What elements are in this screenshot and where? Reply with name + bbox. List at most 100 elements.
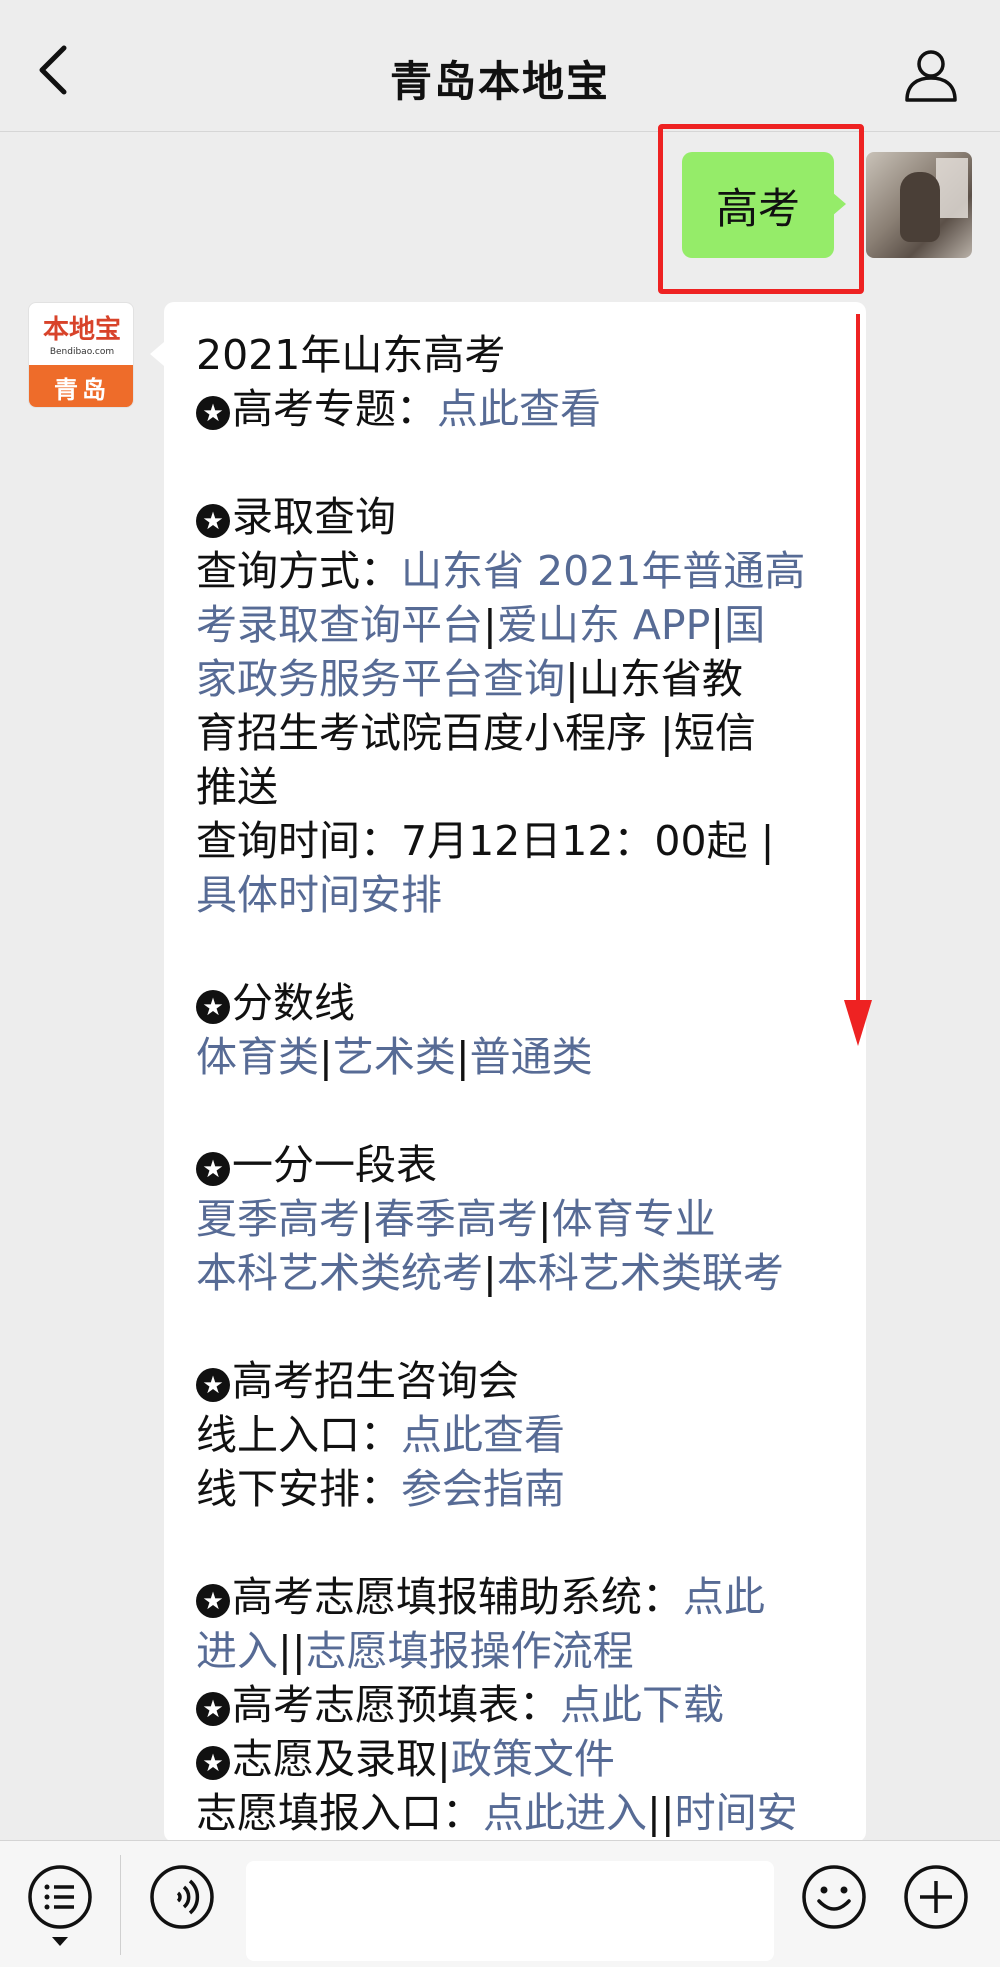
message-line: 家政务服务平台查询|山东省教 [196, 652, 844, 706]
message-line: 线下安排：参会指南 [196, 1462, 844, 1516]
message-link[interactable]: 进入 [196, 1627, 278, 1675]
message-text: 育招生考试院百度小程序 |短信 [196, 709, 756, 757]
message-line: 志愿填报入口：点此进入||时间安 [196, 1786, 844, 1840]
voice-icon[interactable] [148, 1863, 216, 1931]
message-link[interactable]: 国 [724, 601, 765, 649]
message-text: | [437, 1735, 451, 1783]
message-link[interactable]: 本科艺术类联考 [497, 1249, 784, 1297]
message-line: 体育类|艺术类|普通类 [196, 1030, 844, 1084]
star-bullet-icon: ★ [196, 990, 230, 1024]
message-line: 进入||志愿填报操作流程 [196, 1624, 844, 1678]
star-bullet-icon: ★ [196, 1584, 230, 1618]
message-link[interactable]: 点此查看 [401, 1411, 565, 1459]
message-link[interactable]: 志愿填报操作流程 [306, 1627, 634, 1675]
message-line: ★ 一分一段表 [196, 1138, 844, 1192]
input-bar-divider [120, 1855, 121, 1955]
message-link[interactable]: 点此下载 [560, 1681, 724, 1729]
message-text: | [455, 1033, 470, 1081]
message-line: 查询方式：山东省 2021年普通高 [196, 544, 844, 598]
message-text: || [278, 1627, 306, 1675]
message-text: | [360, 1195, 374, 1243]
message-line: 查询时间：7月12日12：00起 | [196, 814, 844, 868]
message-link[interactable]: 考录取查询平台 [196, 601, 483, 649]
message-link[interactable]: 点此查看 [437, 385, 601, 433]
official-account-logo[interactable]: 本地宝 Bendibao.com 青岛 [28, 302, 134, 408]
message-link[interactable]: 点此进入 [483, 1789, 647, 1837]
message-line: 本科艺术类统考|本科艺术类联考 [196, 1246, 844, 1300]
message-link[interactable]: 体育类 [196, 1033, 319, 1081]
message-link[interactable]: 点此 [683, 1573, 765, 1621]
logo-url-text: Bendibao.com [49, 347, 115, 357]
message-text: 推送 [196, 763, 278, 811]
message-text: 2021年山东高考 [196, 331, 506, 379]
message-link[interactable]: 具体时间安排 [196, 871, 442, 919]
message-text: | [710, 601, 725, 649]
message-text: 高考志愿预填表： [232, 1681, 560, 1729]
message-link[interactable]: 参会指南 [401, 1465, 565, 1513]
message-text: 查询方式： [196, 547, 401, 595]
chat-header: 青岛本地宝 [0, 0, 1000, 132]
message-text: 高考专题： [232, 385, 437, 433]
star-bullet-icon: ★ [196, 504, 230, 538]
message-line: 具体时间安排 [196, 868, 844, 922]
message-link[interactable]: 爱山东 APP [497, 601, 711, 649]
message-line: 夏季高考|春季高考|体育专业 [196, 1192, 844, 1246]
message-text: | [319, 1033, 333, 1081]
message-link[interactable]: 艺术类 [333, 1033, 456, 1081]
message-text: | [483, 1249, 497, 1297]
message-text: 分数线 [232, 979, 355, 1027]
message-text: || [647, 1789, 675, 1837]
message-link[interactable]: 政策文件 [451, 1735, 615, 1783]
message-text: | [537, 1195, 552, 1243]
star-bullet-icon: ★ [196, 1368, 230, 1402]
message-link[interactable]: 夏季高考 [196, 1195, 360, 1243]
message-link[interactable]: 本科艺术类统考 [196, 1249, 483, 1297]
message-text: 线上入口： [196, 1411, 401, 1459]
message-text: 一分一段表 [232, 1141, 437, 1189]
received-bubble-tail [150, 342, 164, 366]
message-line: ★ 分数线 [196, 976, 844, 1030]
message-line: ★ 高考招生咨询会 [196, 1354, 844, 1408]
message-input[interactable] [246, 1861, 774, 1961]
message-text: 高考招生咨询会 [232, 1357, 519, 1405]
message-link[interactable]: 春季高考 [374, 1195, 538, 1243]
message-line: 育招生考试院百度小程序 |短信 [196, 706, 844, 760]
input-bar [0, 1840, 1000, 1967]
chat-title: 青岛本地宝 [389, 57, 610, 106]
message-line: ★ 高考志愿预填表：点此下载 [196, 1678, 844, 1732]
message-line: ★ 高考志愿填报辅助系统：点此 [196, 1570, 844, 1624]
message-line: 推送 [196, 760, 844, 814]
star-bullet-icon: ★ [196, 1692, 230, 1726]
message-link[interactable]: 时间安 [675, 1789, 798, 1837]
message-line: 2021年山东高考 [196, 328, 844, 382]
message-link[interactable]: 体育专业 [552, 1195, 716, 1243]
message-link[interactable]: 家政务服务平台查询 [196, 655, 565, 703]
message-link[interactable]: 普通类 [470, 1033, 593, 1081]
message-text: | [483, 601, 497, 649]
message-text: 志愿填报入口： [196, 1789, 483, 1837]
message-line: ★ 志愿及录取|政策文件 [196, 1732, 844, 1786]
red-scroll-arrow-icon [844, 314, 872, 1046]
message-text: 查询时间：7月12日12：00起 | [196, 817, 775, 865]
emoji-icon[interactable] [800, 1863, 868, 1931]
user-avatar[interactable] [866, 152, 972, 258]
menu-caret-icon [52, 1937, 68, 1946]
red-highlight-box [658, 124, 864, 294]
message-text: 志愿及录取 [232, 1735, 437, 1783]
star-bullet-icon: ★ [196, 1746, 230, 1780]
received-message-bubble: 2021年山东高考 ★ 高考专题：点此查看 ★ 录取查询 查询方式：山东省 2021年普通… [164, 302, 866, 1842]
star-bullet-icon: ★ [196, 1152, 230, 1186]
menu-list-icon[interactable] [26, 1863, 94, 1931]
logo-city-text: 青岛 [29, 365, 133, 407]
message-line: ★ 录取查询 [196, 490, 844, 544]
message-text: 线下安排： [196, 1465, 401, 1513]
add-more-icon[interactable] [902, 1863, 970, 1931]
message-link[interactable]: 山东省 2021年普通高 [401, 547, 805, 595]
avatar-cat-silhouette [900, 172, 940, 242]
profile-icon[interactable] [902, 46, 960, 104]
message-text: 录取查询 [232, 493, 396, 541]
message-text: 高考志愿填报辅助系统： [232, 1573, 683, 1621]
